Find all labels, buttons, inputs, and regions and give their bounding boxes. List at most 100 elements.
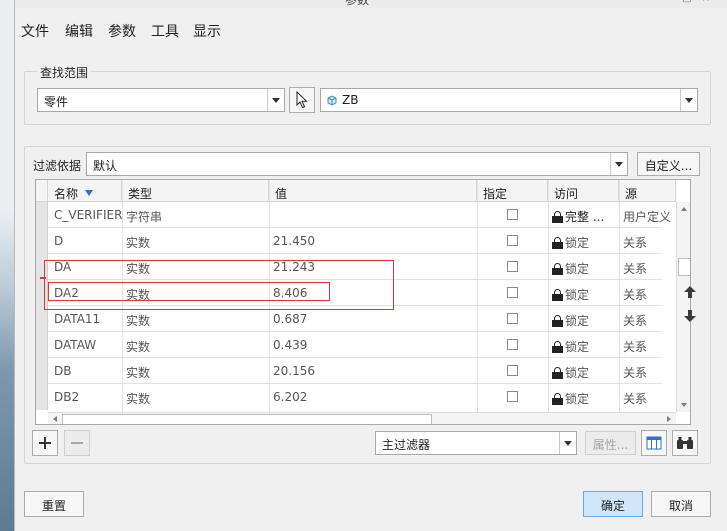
column-header-designate[interactable]: 指定 (477, 180, 548, 202)
param-value[interactable]: 21.243 (273, 254, 473, 280)
designate-checkbox[interactable] (507, 365, 518, 376)
param-name: DB2 (54, 390, 80, 404)
param-name: C_VERIFIER (54, 208, 122, 222)
chevron-down-icon (559, 432, 576, 454)
menu-edit[interactable]: 编辑 (65, 21, 93, 41)
find-button[interactable] (672, 430, 698, 456)
param-value[interactable]: 20.156 (273, 358, 473, 384)
row-selector[interactable] (36, 332, 48, 358)
designate-checkbox[interactable] (507, 261, 518, 272)
column-header-access[interactable]: 访问 (548, 180, 619, 202)
column-header-type[interactable]: 类型 (122, 180, 269, 202)
ok-button[interactable]: 确定 (583, 491, 643, 517)
hscroll-thumb[interactable] (62, 414, 432, 424)
access-cell[interactable]: 锁定 (552, 384, 618, 410)
main-filter-value: 主过滤器 (382, 438, 431, 452)
designate-checkbox[interactable] (507, 235, 518, 246)
access-cell[interactable]: 锁定 (552, 332, 618, 358)
cancel-button[interactable]: 取消 (651, 491, 711, 517)
param-type: 字符串 (126, 210, 163, 224)
title-bar: 参数 –□× (15, 0, 727, 8)
access-cell[interactable]: 锁定 (552, 280, 618, 306)
filter-select[interactable]: 默认 (86, 152, 628, 176)
row-selector[interactable] (36, 384, 48, 410)
scroll-up-icon[interactable] (677, 204, 691, 214)
column-header-value[interactable]: 值 (269, 180, 477, 202)
table-row[interactable]: DATAW 实数 0.439 锁定 关系 (36, 332, 662, 358)
scroll-down-icon[interactable] (677, 400, 691, 410)
filter-label: 过滤依据 (33, 159, 82, 173)
remove-parameter-button[interactable] (64, 430, 90, 456)
scope-type-value: 零件 (44, 95, 69, 109)
designate-checkbox[interactable] (507, 313, 518, 324)
table-columns-button[interactable] (641, 430, 667, 456)
param-value[interactable]: 0.439 (273, 332, 473, 358)
menu-file[interactable]: 文件 (21, 21, 49, 41)
access-cell[interactable]: 锁定 (552, 228, 618, 254)
binoculars-icon (677, 437, 693, 449)
menu-display[interactable]: 显示 (193, 21, 221, 41)
horizontal-scrollbar[interactable] (48, 412, 676, 425)
row-selector[interactable] (36, 358, 48, 384)
row-selector[interactable] (36, 280, 48, 306)
table-row[interactable]: DA 实数 21.243 锁定 关系 (36, 254, 662, 280)
row-selector[interactable] (36, 202, 48, 228)
column-header-source[interactable]: 源 (619, 180, 676, 202)
window-controls[interactable]: –□× (667, 0, 720, 4)
column-header-name[interactable]: 名称 (48, 180, 122, 202)
access-cell[interactable]: 锁定 (552, 306, 618, 332)
param-name: DB (54, 364, 72, 378)
lock-icon (552, 367, 563, 379)
table-row[interactable]: D 实数 21.450 锁定 关系 (36, 228, 662, 254)
designate-checkbox[interactable] (507, 287, 518, 298)
reset-button[interactable]: 重置 (24, 491, 84, 517)
access-cell[interactable]: 锁定 (552, 358, 618, 384)
param-source: 关系 (623, 392, 648, 406)
table-row[interactable]: DB 实数 20.156 锁定 关系 (36, 358, 662, 384)
param-value[interactable]: 6.202 (273, 384, 473, 410)
param-name: DATA11 (54, 312, 101, 326)
menu-parameters[interactable]: 参数 (108, 21, 136, 41)
scope-legend: 查找范围 (37, 64, 92, 81)
designate-checkbox[interactable] (507, 339, 518, 350)
select-pointer-button[interactable] (289, 87, 315, 113)
param-name: DA2 (54, 286, 79, 300)
move-up-icon[interactable] (683, 285, 697, 299)
chevron-down-icon (610, 153, 627, 175)
scope-type-select[interactable]: 零件 (37, 88, 285, 112)
row-selector[interactable] (36, 306, 48, 332)
plus-icon (39, 437, 51, 449)
designate-checkbox[interactable] (507, 209, 518, 220)
lock-icon (552, 237, 563, 249)
main-filter-select[interactable]: 主过滤器 (375, 431, 577, 455)
param-source: 关系 (623, 236, 648, 250)
table-row[interactable]: DATA11 实数 0.687 锁定 关系 (36, 306, 662, 332)
scrollbar-thumb[interactable] (678, 258, 690, 276)
menu-tools[interactable]: 工具 (151, 21, 179, 41)
param-value[interactable] (273, 202, 473, 228)
table-row[interactable]: DB2 实数 6.202 锁定 关系 (36, 384, 662, 410)
param-source: 关系 (623, 262, 648, 276)
param-value[interactable]: 0.687 (273, 306, 473, 332)
param-type: 实数 (126, 236, 151, 250)
properties-button[interactable]: 属性... (585, 431, 636, 455)
row-selector[interactable] (36, 228, 48, 254)
add-parameter-button[interactable] (32, 430, 58, 456)
menu-bar: 文件 编辑 参数 工具 显示 (15, 17, 727, 43)
table-row[interactable]: C_VERIFIER 字符串 完整 ... 用户定义 (36, 202, 671, 228)
designate-checkbox[interactable] (507, 391, 518, 402)
access-cell[interactable]: 锁定 (552, 254, 618, 280)
customize-button[interactable]: 自定义... (637, 152, 700, 176)
vertical-scrollbar[interactable] (676, 202, 691, 412)
param-source: 关系 (623, 340, 648, 354)
param-value[interactable]: 21.450 (273, 228, 473, 254)
scope-model-select[interactable]: ZB (320, 88, 698, 112)
scroll-left-icon[interactable] (50, 413, 60, 425)
access-cell[interactable]: 完整 ... (552, 202, 618, 228)
table-row[interactable]: DA2 实数 8.406 锁定 关系 (36, 280, 662, 306)
param-value[interactable]: 8.406 (273, 280, 473, 306)
move-down-icon[interactable] (683, 309, 697, 323)
param-source: 关系 (623, 314, 648, 328)
scroll-right-icon[interactable] (664, 413, 674, 425)
cursor-arrow-icon (296, 90, 308, 109)
